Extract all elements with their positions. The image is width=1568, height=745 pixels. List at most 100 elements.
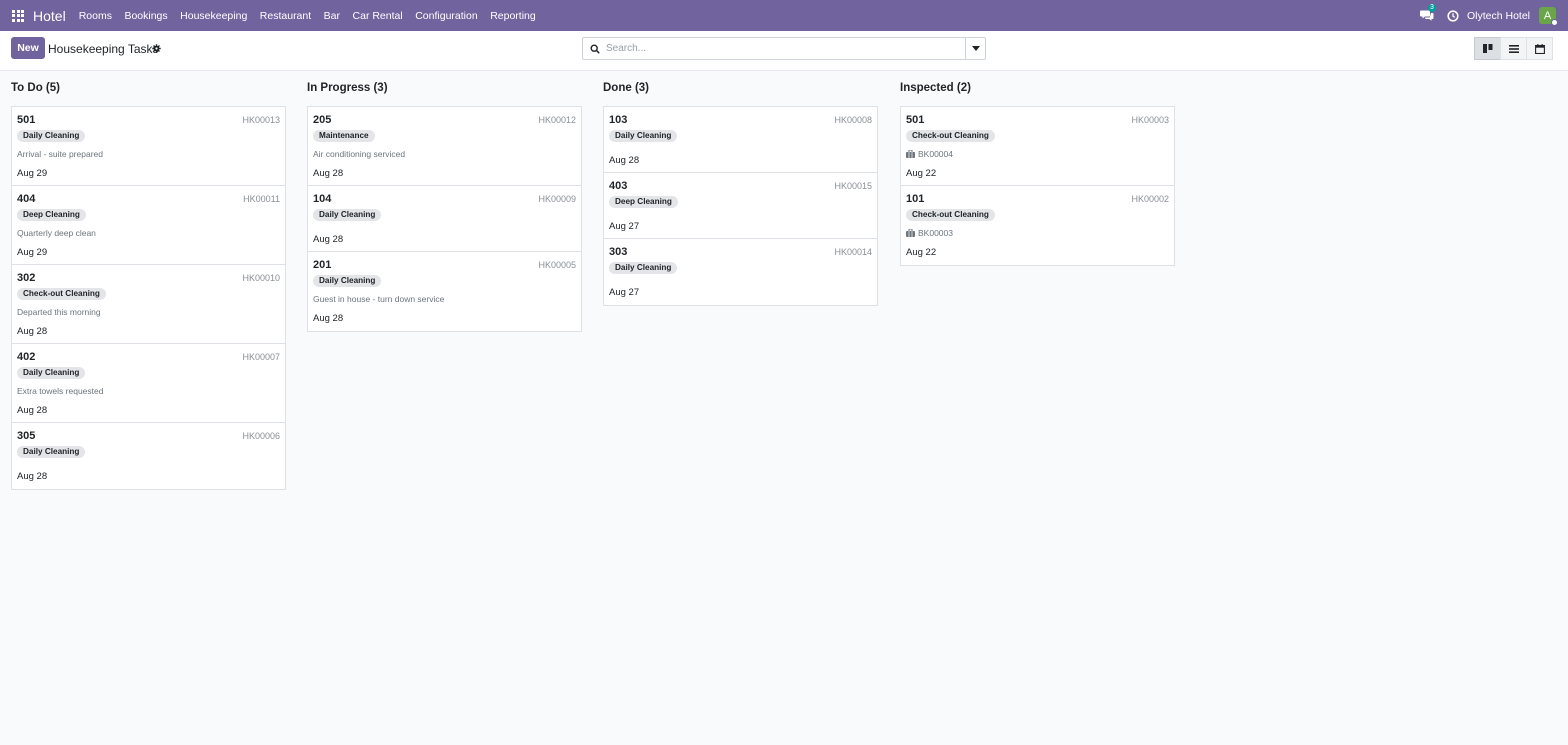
page-title: Housekeeping Tasks: [48, 42, 159, 56]
search-bar: [582, 37, 986, 60]
room-number: 104: [313, 193, 332, 205]
new-button[interactable]: New: [11, 37, 45, 59]
kanban-column: Done (3) 103 HK00008 Daily Cleaning Aug 28 40…: [603, 82, 878, 306]
task-type-tag: Daily Cleaning: [313, 275, 382, 287]
column-title[interactable]: Done (3): [603, 82, 878, 100]
room-number: 201: [313, 259, 332, 271]
room-number: 501: [906, 114, 925, 126]
kanban-card[interactable]: 501 HK00003 Check-out Cleaning BK00004 Aug 2…: [901, 107, 1174, 186]
task-date: Aug 27: [609, 221, 640, 232]
column-cards: 205 HK00012 Maintenance Air conditioning se…: [307, 106, 582, 332]
task-type-tag: Daily Cleaning: [17, 367, 86, 379]
presence-dot: [1551, 19, 1558, 26]
kanban-card[interactable]: 205 HK00012 Maintenance Air conditioning se…: [308, 107, 581, 186]
gear-icon[interactable]: [152, 44, 161, 53]
company-switcher[interactable]: Olytech Hotel: [1467, 10, 1530, 22]
kanban-icon: [1482, 44, 1492, 53]
search-options-toggle[interactable]: [965, 38, 985, 59]
menu-configuration[interactable]: Configuration: [415, 10, 477, 22]
room-number: 205: [313, 114, 332, 126]
kanban-card[interactable]: 103 HK00008 Daily Cleaning Aug 28: [604, 107, 877, 173]
task-date: Aug 22: [906, 247, 937, 258]
task-note: Departed this morning: [17, 307, 101, 317]
task-note: Arrival - suite prepared: [17, 149, 103, 159]
task-reference: HK00013: [242, 115, 280, 125]
task-reference: HK00006: [242, 431, 280, 441]
task-type-tag: Deep Cleaning: [609, 196, 678, 208]
room-number: 303: [609, 246, 628, 258]
room-number: 404: [17, 193, 36, 205]
task-reference: HK00010: [242, 273, 280, 283]
kanban-card[interactable]: 101 HK00002 Check-out Cleaning BK00003 Aug 2…: [901, 186, 1174, 265]
task-note: Quarterly deep clean: [17, 228, 96, 238]
menu-car-rental[interactable]: Car Rental: [353, 10, 403, 22]
task-date: Aug 28: [609, 155, 640, 166]
apps-grid-icon[interactable]: [12, 9, 24, 22]
task-reference: HK00012: [538, 115, 576, 125]
task-date: Aug 28: [313, 313, 344, 324]
kanban-card[interactable]: 501 HK00013 Daily Cleaning Arrival - suite …: [12, 107, 285, 186]
kanban-card[interactable]: 201 HK00005 Daily Cleaning Guest in house -…: [308, 252, 581, 331]
kanban-card[interactable]: 404 HK00011 Deep Cleaning Quarterly deep cl…: [12, 186, 285, 265]
task-type-tag: Daily Cleaning: [609, 262, 678, 274]
task-reference: HK00011: [243, 194, 280, 204]
kanban-card[interactable]: 104 HK00009 Daily Cleaning Aug 28: [308, 186, 581, 252]
task-reference: HK00005: [538, 260, 576, 270]
app-brand[interactable]: Hotel: [33, 8, 66, 24]
task-date: Aug 29: [17, 247, 48, 258]
calendar-icon: [1534, 43, 1545, 54]
menu-bookings[interactable]: Bookings: [124, 10, 167, 22]
task-type-tag: Daily Cleaning: [609, 130, 678, 142]
message-count-badge: 3: [1427, 3, 1436, 12]
room-number: 103: [609, 114, 628, 126]
menu-restaurant[interactable]: Restaurant: [260, 10, 311, 22]
column-title[interactable]: To Do (5): [11, 82, 286, 100]
kanban-view-button[interactable]: [1474, 37, 1501, 60]
booking-label: BK00003: [918, 228, 953, 238]
menu-housekeeping[interactable]: Housekeeping: [180, 10, 247, 22]
column-title[interactable]: In Progress (3): [307, 82, 582, 100]
avatar[interactable]: A: [1539, 7, 1558, 26]
task-type-tag: Daily Cleaning: [17, 446, 86, 458]
task-note: Extra towels requested: [17, 386, 104, 396]
task-date: Aug 27: [609, 287, 640, 298]
booking-reference: BK00004: [906, 149, 953, 159]
task-date: Aug 28: [17, 471, 48, 482]
clock-icon[interactable]: [1447, 9, 1459, 22]
task-reference: HK00002: [1131, 194, 1169, 204]
menu-bar[interactable]: Bar: [324, 10, 340, 22]
briefcase-icon: [906, 229, 915, 237]
control-panel: New Housekeeping Tasks: [0, 31, 1568, 71]
search-input[interactable]: [606, 40, 961, 57]
menu-rooms[interactable]: Rooms: [79, 10, 112, 22]
room-number: 402: [17, 351, 36, 363]
kanban-column: Inspected (2) 501 HK00003 Check-out Cleanin…: [900, 82, 1175, 266]
kanban-column: To Do (5) 501 HK00013 Daily Cleaning Arrival…: [11, 82, 286, 490]
booking-label: BK00004: [918, 149, 953, 159]
task-type-tag: Daily Cleaning: [313, 209, 382, 221]
navbar-systray: 3 Olytech Hotel A: [1419, 0, 1568, 31]
task-type-tag: Check-out Cleaning: [906, 130, 995, 142]
task-type-tag: Check-out Cleaning: [906, 209, 995, 221]
kanban-card[interactable]: 403 HK00015 Deep Cleaning Aug 27: [604, 173, 877, 239]
list-view-button[interactable]: [1500, 37, 1527, 60]
view-switcher: [1474, 37, 1553, 60]
task-reference: HK00009: [538, 194, 576, 204]
list-icon: [1508, 44, 1519, 53]
chat-icon[interactable]: 3: [1419, 3, 1436, 23]
search-icon: [590, 44, 600, 54]
calendar-view-button[interactable]: [1526, 37, 1553, 60]
column-title[interactable]: Inspected (2): [900, 82, 1175, 100]
room-number: 302: [17, 272, 36, 284]
task-type-tag: Maintenance: [313, 130, 375, 142]
menu-reporting[interactable]: Reporting: [490, 10, 536, 22]
task-reference: HK00003: [1131, 115, 1169, 125]
task-note: Guest in house - turn down service: [313, 294, 445, 304]
kanban-card[interactable]: 305 HK00006 Daily Cleaning Aug 28: [12, 423, 285, 489]
kanban-card[interactable]: 303 HK00014 Daily Cleaning Aug 27: [604, 239, 877, 305]
task-type-tag: Daily Cleaning: [17, 130, 86, 142]
room-number: 403: [609, 180, 628, 192]
column-cards: 501 HK00003 Check-out Cleaning BK00004 Aug 2…: [900, 106, 1175, 266]
kanban-card[interactable]: 302 HK00010 Check-out Cleaning Departed thi…: [12, 265, 285, 344]
kanban-card[interactable]: 402 HK00007 Daily Cleaning Extra towels req…: [12, 344, 285, 423]
